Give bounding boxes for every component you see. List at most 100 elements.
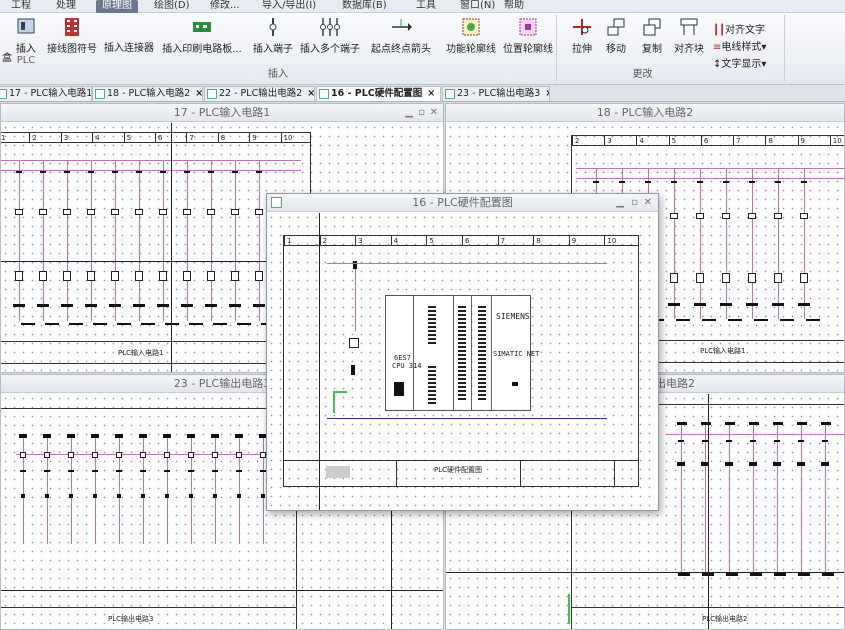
- stretch-button[interactable]: 拉伸: [567, 17, 597, 55]
- ruler-tick: 9: [797, 136, 805, 146]
- menu-item-7[interactable]: 工具: [410, 0, 442, 13]
- func-outline-button[interactable]: 功能轮廓线: [442, 17, 500, 55]
- component-mark: [133, 304, 145, 307]
- component-mark: [135, 271, 143, 281]
- component-mark: [44, 452, 50, 458]
- menu-item-6[interactable]: 数据库(B): [336, 0, 393, 13]
- component-mark: [728, 319, 742, 321]
- component-mark: [774, 440, 780, 442]
- terminal-icon: [269, 18, 277, 36]
- component-mark: [68, 452, 74, 458]
- component-mark: [157, 304, 169, 307]
- menu-item-9[interactable]: 帮助: [498, 0, 530, 13]
- component-mark: [116, 470, 122, 472]
- component-mark: [117, 323, 131, 325]
- wire: [119, 434, 120, 544]
- canvas-16[interactable]: 1 2 3 4 5 6 7 8 9 10 PLC硬件配置图 6ES7 CPU 314 SIEMEN…: [267, 213, 658, 510]
- ruler-tick: 6: [155, 133, 162, 143]
- move-button[interactable]: 移动: [601, 17, 631, 55]
- wire: [1, 160, 301, 161]
- maximize-icon[interactable]: ▫: [418, 104, 425, 121]
- ruler-tick: 8: [217, 133, 225, 143]
- doc-tab-4[interactable]: 23 - PLC输出电路3×: [442, 86, 550, 101]
- close-icon[interactable]: ×: [307, 88, 314, 99]
- component-mark: [116, 452, 122, 458]
- menu-item-0[interactable]: 工程: [5, 0, 37, 13]
- component-mark: [678, 440, 684, 442]
- insert-terminal-button[interactable]: 插入端子: [250, 17, 296, 55]
- component-mark: [165, 323, 179, 325]
- ruler-tick: 3: [60, 133, 68, 143]
- tb-divider: [396, 461, 397, 486]
- component-mark: [676, 319, 690, 321]
- component-mark: [677, 422, 687, 425]
- component-mark: [800, 213, 808, 219]
- menu-item-1[interactable]: 处理: [50, 0, 82, 13]
- align-block-button[interactable]: 对齐块: [671, 17, 707, 55]
- close-icon[interactable]: ✕: [644, 194, 652, 211]
- ruler-tick: 5: [426, 236, 434, 246]
- menu-item-2[interactable]: 原理图: [96, 0, 138, 13]
- component-mark: [213, 494, 217, 498]
- component-mark: [750, 440, 756, 442]
- ruler-tick: 8: [533, 236, 541, 246]
- close-icon[interactable]: ×: [195, 88, 202, 99]
- chevron-down-icon: ▾: [761, 42, 767, 53]
- component-mark: [159, 209, 167, 215]
- wire: [23, 434, 24, 544]
- menu-item-5[interactable]: 导入/导出(I): [256, 0, 322, 13]
- ruler-17: 1 2 3 4 5 6 7 8 9 10: [1, 133, 310, 143]
- doc-tab-3[interactable]: 16 - PLC硬件配置图 ×: [316, 86, 441, 101]
- doc-tab-1[interactable]: 18 - PLC输入电路2 ×: [92, 86, 203, 101]
- component-mark: [677, 462, 685, 466]
- component-mark: [619, 181, 625, 183]
- component-mark: [135, 209, 143, 215]
- titleblock-23: PLC输出电路3: [1, 607, 296, 629]
- menu-item-8[interactable]: 窗口(N): [454, 0, 501, 13]
- pos-outline-button[interactable]: 位置轮廓线: [500, 17, 556, 55]
- wire-symbol-button[interactable]: 接线图符号: [44, 17, 100, 55]
- menu-item-3[interactable]: 绘图(D): [148, 0, 196, 13]
- sheet-23: PLC输出电路3: [1, 408, 297, 629]
- component-mark: [748, 213, 756, 219]
- maximize-icon[interactable]: ▫: [631, 194, 638, 211]
- align-text-button[interactable]: ┃┃对齐文字: [713, 21, 765, 36]
- component-mark: [87, 271, 95, 281]
- titleblock-16: PLC硬件配置图: [284, 460, 638, 486]
- component-mark: [141, 323, 155, 325]
- wire: [327, 418, 607, 419]
- wire: [752, 169, 753, 319]
- insert-connector-button[interactable]: 插入连接器: [102, 39, 156, 54]
- window-16[interactable]: 16 - PLC硬件配置图 ▁ ▫ ✕ 1 2 3 4 5 6 7 8 9 10 PLC硬件配置图: [266, 193, 659, 511]
- doc-tab-2[interactable]: 22 - PLC输出电路2 ×: [204, 86, 315, 101]
- component-mark: [773, 422, 783, 425]
- minimize-icon[interactable]: ▁: [616, 194, 624, 211]
- wire: [187, 161, 188, 321]
- insert-pcb-button[interactable]: 插入印刷电路板...: [160, 17, 244, 55]
- component-mark: [39, 271, 47, 281]
- chevron-down-icon: ▾: [761, 59, 767, 70]
- insert-plc-button[interactable]: 插入 PLC: [13, 17, 39, 66]
- wire: [115, 161, 116, 321]
- menu-item-4[interactable]: 修改...: [204, 0, 246, 13]
- wire: [235, 161, 236, 321]
- doc-tab-0[interactable]: 17 - PLC输入电路1×: [0, 86, 92, 101]
- component-mark: [45, 323, 59, 325]
- wire: [91, 161, 92, 321]
- component-mark: [694, 303, 706, 306]
- insert-multi-terminal-button[interactable]: 插入多个端子: [298, 17, 362, 55]
- component-mark: [349, 338, 359, 348]
- copy-button[interactable]: 复制: [637, 17, 667, 55]
- window-17-title: 17 - PLC输入电路1 ▁ ▫ ✕: [1, 104, 443, 122]
- wire-style-button[interactable]: ≡电线样式▾: [713, 38, 766, 53]
- close-icon[interactable]: ✕: [430, 104, 438, 121]
- cursor-crosshair: [319, 213, 320, 510]
- insert-plc-button[interactable]: 盒: [0, 49, 14, 64]
- close-icon[interactable]: ×: [427, 88, 435, 99]
- close-icon[interactable]: ×: [545, 88, 549, 99]
- origin-arrow-button[interactable]: 起点终点箭头: [368, 17, 434, 55]
- plc-rack[interactable]: 6ES7 CPU 314 SIEMENS SIMATIC NET: [385, 295, 539, 411]
- component-mark: [87, 209, 95, 215]
- minimize-icon[interactable]: ▁: [405, 104, 413, 121]
- wire: [16, 454, 286, 455]
